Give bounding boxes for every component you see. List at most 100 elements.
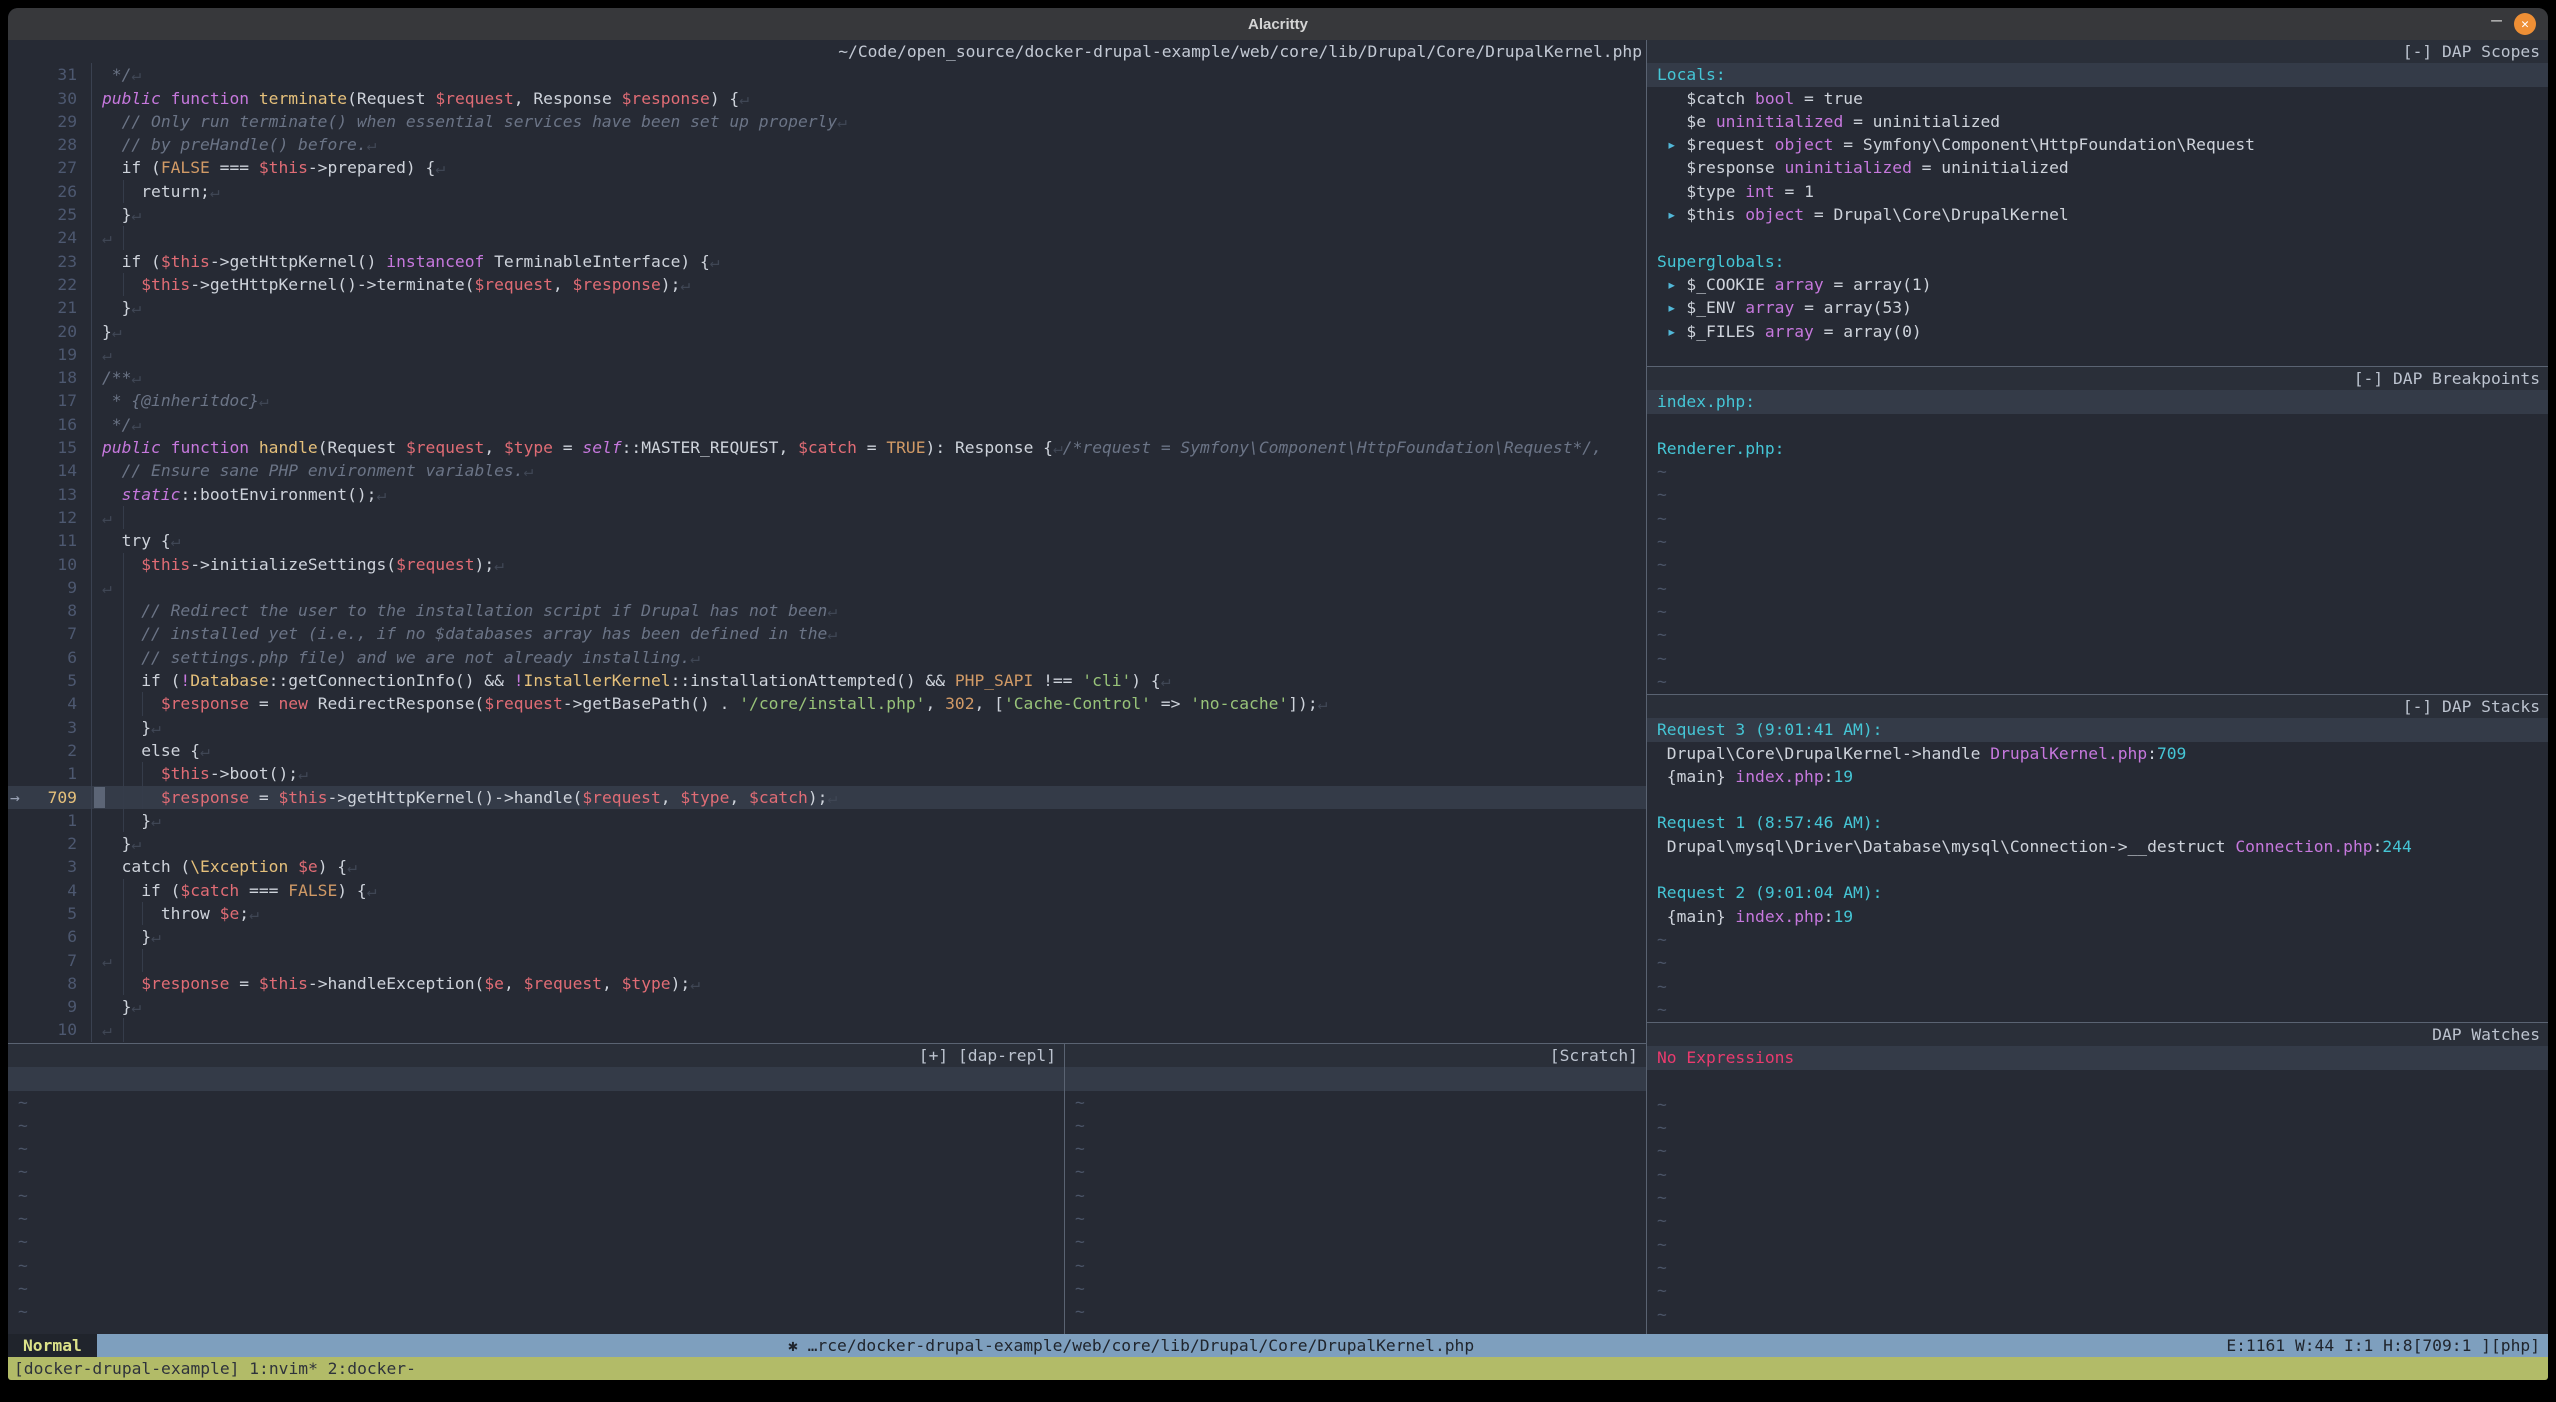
code-line[interactable]: 7 // installed yet (i.e., if no $databas… [8,622,1646,645]
code-line[interactable]: 23 if ($this->getHttpKernel() instanceof… [8,250,1646,273]
code-line[interactable]: 10↵ [8,1018,1646,1041]
code-line[interactable]: 6 }↵ [8,925,1646,948]
panel-line[interactable]: $response uninitialized = uninitialized [1647,156,2548,179]
line-number: 8 [8,599,92,622]
tmux-status-bar[interactable]: [docker-drupal-example] 1:nvim* 2:docker… [8,1357,2548,1380]
panel-line[interactable]: ▸ $_ENV array = array(53) [1647,296,2548,319]
code-line[interactable]: 16 */↵ [8,413,1646,436]
dap-scopes-title[interactable]: [-] DAP Scopes [1647,40,2548,63]
code-line[interactable]: 3 catch (\Exception $e) {↵ [8,855,1646,878]
code-line[interactable]: 4 if ($catch === FALSE) {↵ [8,879,1646,902]
code-line[interactable]: 5 if (!Database::getConnectionInfo() && … [8,669,1646,692]
code-text: // by preHandle() before.↵ [92,133,376,156]
panel-line[interactable]: index.php: [1647,390,2548,413]
panel-line[interactable]: ▸ $request object = Symfony\Component\Ht… [1647,133,2548,156]
panel-line[interactable]: {main} index.php:19 [1647,905,2548,928]
blank-line [8,1067,1064,1090]
dap-watches-title[interactable]: DAP Watches [1647,1023,2548,1046]
code-line[interactable]: 10 $this->initializeSettings($request);↵ [8,553,1646,576]
code-line[interactable]: 8 // Redirect the user to the installati… [8,599,1646,622]
line-number: 2 [8,832,92,855]
code-line[interactable]: 1 }↵ [8,809,1646,832]
panel-line[interactable]: $type int = 1 [1647,180,2548,203]
code-line[interactable]: 9↵ [8,576,1646,599]
code-text: static::bootEnvironment();↵ [92,483,386,506]
code-line[interactable]: 6 // settings.php file) and we are not a… [8,646,1646,669]
code-line[interactable]: 1 $this->boot();↵ [8,762,1646,785]
code-line[interactable]: 25 }↵ [8,203,1646,226]
empty-buffer-line: ~ [8,1114,1064,1137]
dap-breakpoints-title[interactable]: [-] DAP Breakpoints [1647,367,2548,390]
dap-sidebar: [-] DAP Scopes Locals: $catch bool = tru… [1646,40,2548,1334]
panel-line[interactable]: Renderer.php: [1647,437,2548,460]
code-line[interactable]: 3 }↵ [8,716,1646,739]
code-line[interactable]: 2 }↵ [8,832,1646,855]
code-line[interactable]: 13 static::bootEnvironment();↵ [8,483,1646,506]
panel-line[interactable]: ▸ $this object = Drupal\Core\DrupalKerne… [1647,203,2548,226]
scratch-title[interactable]: [Scratch] [1065,1044,1646,1067]
dap-repl-title[interactable]: [+] [dap-repl] [8,1044,1064,1067]
panel-line[interactable]: Request 2 (9:01:04 AM): [1647,881,2548,904]
code-line[interactable]: 2 else {↵ [8,739,1646,762]
empty-buffer-line: ~ [1647,600,2548,623]
panel-line[interactable]: $catch bool = true [1647,87,2548,110]
empty-buffer-line: ~ [8,1091,1064,1114]
code-line[interactable]: 27 if (FALSE === $this->prepared) {↵ [8,156,1646,179]
code-line[interactable]: 12↵ [8,506,1646,529]
code-line[interactable]: 26 return;↵ [8,180,1646,203]
code-line[interactable]: 5 throw $e;↵ [8,902,1646,925]
empty-buffer-line: ~ [1647,998,2548,1021]
code-text: else {↵ [92,739,210,762]
line-number: 7 [8,622,92,645]
code-line[interactable]: 31 */↵ [8,63,1646,86]
panel-line[interactable]: Superglobals: [1647,250,2548,273]
panel-line[interactable]: Drupal\Core\DrupalKernel->handle DrupalK… [1647,742,2548,765]
panel-line[interactable]: {main} index.php:19 [1647,765,2548,788]
panel-line[interactable]: Request 1 (8:57:46 AM): [1647,811,2548,834]
dap-stacks-title[interactable]: [-] DAP Stacks [1647,695,2548,718]
code-line[interactable]: 20}↵ [8,320,1646,343]
code-line[interactable]: 29 // Only run terminate() when essentia… [8,110,1646,133]
code-line[interactable]: 22 $this->getHttpKernel()->terminate($re… [8,273,1646,296]
panel-line[interactable]: ▸ $_FILES array = array(0) [1647,320,2548,343]
code-line[interactable]: 17 * {@inheritdoc}↵ [8,389,1646,412]
current-code-line[interactable]: →709 $response = $this->getHttpKernel()-… [8,786,1646,809]
panel-line[interactable]: ▸ $_COOKIE array = array(1) [1647,273,2548,296]
code-line[interactable]: 15public function handle(Request $reques… [8,436,1646,459]
dap-repl-body[interactable]: ~~~~~~~~~~ [8,1067,1064,1323]
indent-guide [142,692,143,715]
minimize-button[interactable]: – [2491,10,2502,31]
panel-line[interactable]: No Expressions [1647,1046,2548,1069]
line-number: 8 [8,972,92,995]
code-line[interactable]: 11 try {↵ [8,529,1646,552]
empty-buffer-line: ~ [1647,647,2548,670]
code-line[interactable]: 14 // Ensure sane PHP environment variab… [8,459,1646,482]
code-line[interactable]: 9 }↵ [8,995,1646,1018]
close-button[interactable]: ✕ [2514,13,2536,35]
file-path: ~/Code/open_source/docker-drupal-example… [8,40,1646,63]
code-text: ↵ [92,576,112,599]
empty-buffer-line: ~ [1647,1209,2548,1232]
code-text: */↵ [92,63,141,86]
line-number: 14 [8,459,92,482]
panel-line[interactable]: Request 3 (9:01:41 AM): [1647,718,2548,741]
code-line[interactable]: 4 $response = new RedirectResponse($requ… [8,692,1646,715]
empty-buffer-line: ~ [1647,577,2548,600]
code-line[interactable]: 18/**↵ [8,366,1646,389]
indent-guide [123,622,124,645]
panel-line[interactable]: $e uninitialized = uninitialized [1647,110,2548,133]
code-line[interactable]: 7↵ [8,949,1646,972]
code-line[interactable]: 19↵ [8,343,1646,366]
code-line[interactable]: 30public function terminate(Request $req… [8,87,1646,110]
code-line[interactable]: 28 // by preHandle() before.↵ [8,133,1646,156]
line-number: →709 [8,786,92,809]
panel-line[interactable]: Locals: [1647,63,2548,86]
panel-line[interactable]: Drupal\mysql\Driver\Database\mysql\Conne… [1647,835,2548,858]
dap-watches-body: No Expressions~~~~~~~~~~~ [1647,1046,2548,1334]
indent-guide [123,669,124,692]
code-line[interactable]: 21 }↵ [8,296,1646,319]
line-number: 29 [8,110,92,133]
code-line[interactable]: 24↵ [8,226,1646,249]
indent-guide [123,972,124,995]
code-line[interactable]: 8 $response = $this->handleException($e,… [8,972,1646,995]
